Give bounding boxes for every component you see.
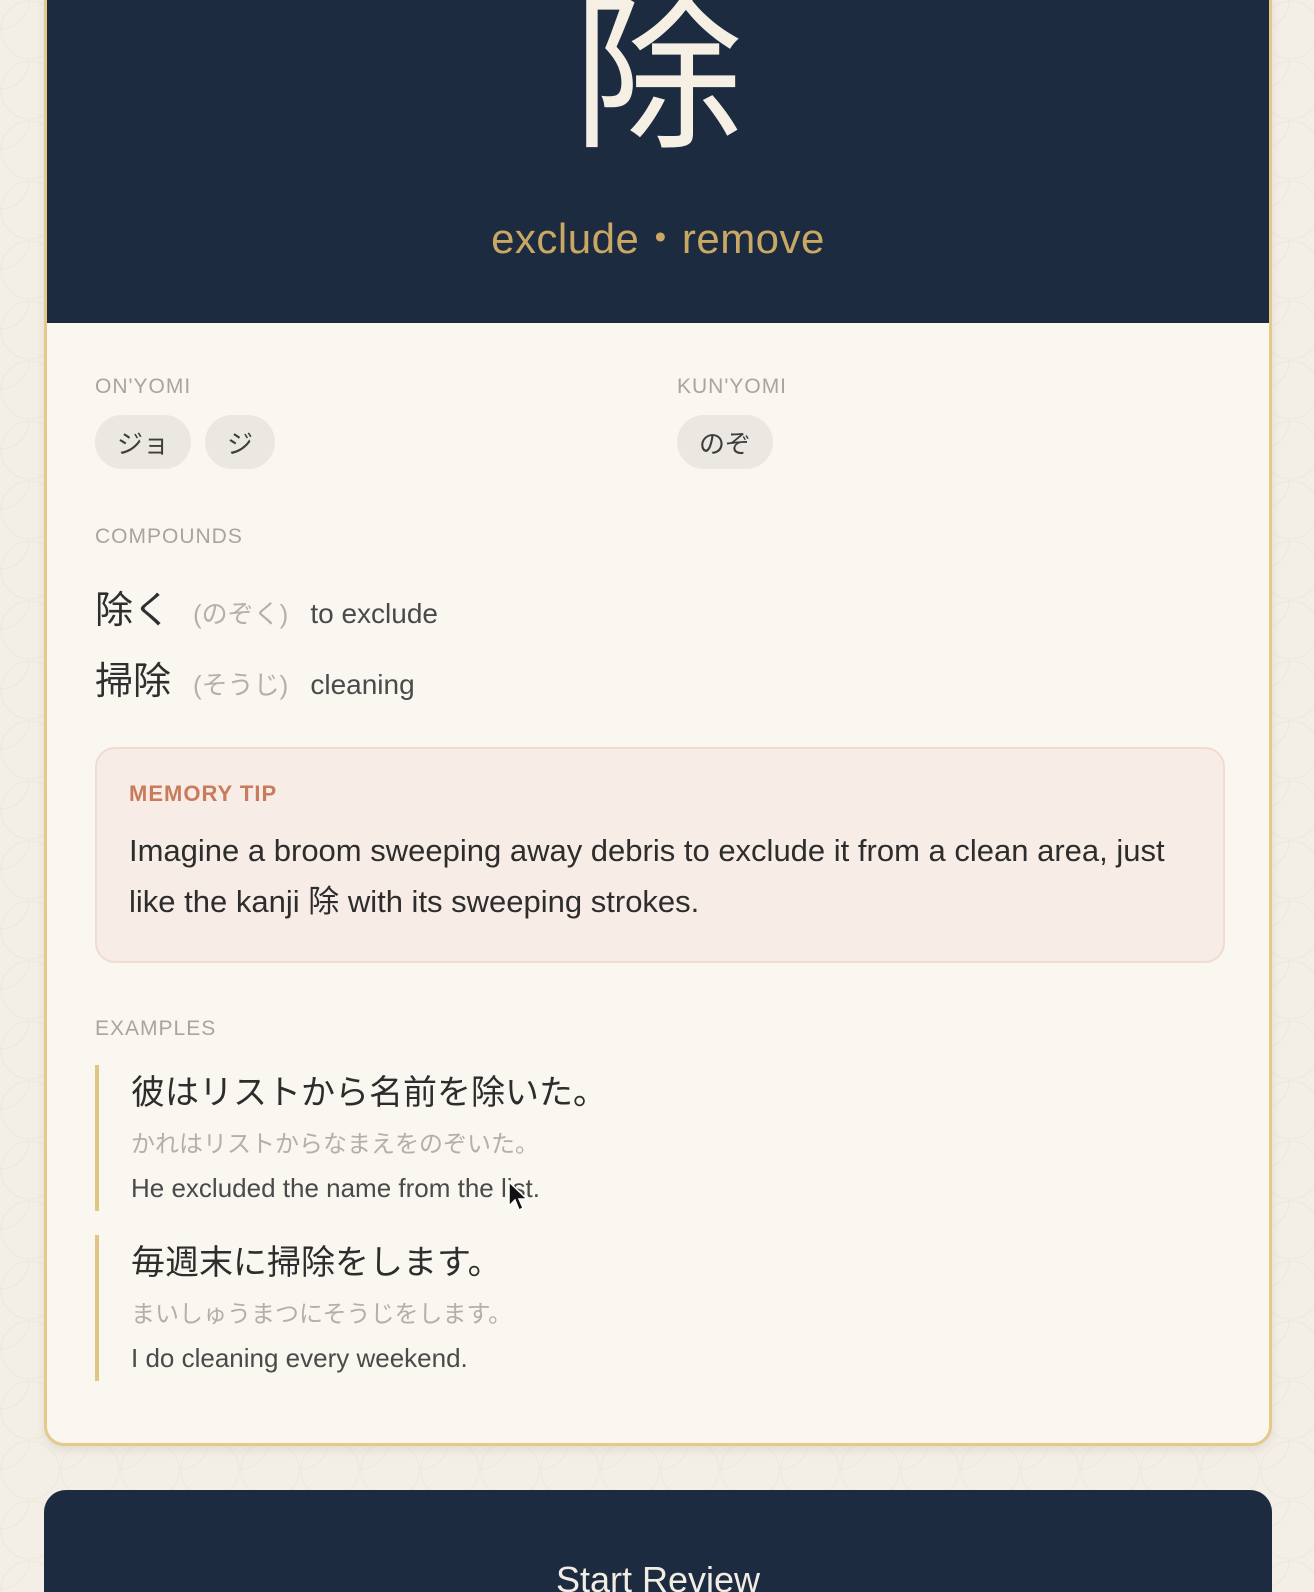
compound-meaning: cleaning [310, 669, 415, 700]
kanji-hero: 除 exclude・remove [47, 0, 1269, 323]
example-kana: まいしゅうまつにそうじをします。 [131, 1301, 513, 1328]
onyomi-reading-pill: ジ [205, 415, 276, 469]
kunyomi-readings: のぞ [677, 415, 774, 469]
kunyomi-reading-pill: のぞ [677, 415, 774, 469]
kanji-character: 除 [572, 0, 743, 175]
example-japanese: 毎週末に掃除をします。 [131, 1243, 502, 1283]
compound-meaning: to exclude [310, 598, 438, 629]
example-japanese: 彼はリストから名前を除いた。 [131, 1073, 607, 1113]
onyomi-readings: ジョ ジ [95, 415, 276, 469]
example-item: 毎週末に掃除をします。 まいしゅうまつにそうじをします。 I do cleani… [95, 1235, 512, 1381]
compound-reading: (そうじ) [193, 670, 289, 700]
start-review-button[interactable]: Start Review [44, 1490, 1272, 1592]
kunyomi-label: KUN'YOMI [677, 375, 788, 398]
example-english: He excluded the name from the list. [131, 1173, 540, 1203]
example-english: I do cleaning every weekend. [131, 1343, 468, 1373]
kanji-meaning: exclude・remove [491, 215, 825, 262]
examples-label: EXAMPLES [95, 1017, 217, 1040]
kanji-card: 除 exclude・remove ON'YOMI ジョ ジ KUN'YOMI の… [44, 0, 1272, 1446]
onyomi-label: ON'YOMI [95, 375, 192, 398]
example-kana: かれはリストからなまえをのぞいた。 [131, 1131, 539, 1158]
memory-tip-text: Imagine a broom sweeping away debris to … [129, 833, 1165, 919]
compound-row: 掃除 (そうじ) cleaning [95, 650, 415, 705]
memory-tip-label: MEMORY TIP [129, 781, 278, 806]
compound-row: 除く (のぞく) to exclude [95, 579, 438, 634]
example-item: 彼はリストから名前を除いた。 かれはリストからなまえをのぞいた。 He excl… [95, 1065, 607, 1211]
mouse-cursor-icon [508, 1180, 529, 1212]
onyomi-reading-pill: ジョ [95, 415, 192, 469]
compound-word: 除く [95, 588, 172, 632]
compound-word: 掃除 [95, 659, 172, 703]
memory-tip-box: MEMORY TIP Imagine a broom sweeping away… [95, 747, 1225, 963]
compound-reading: (のぞく) [193, 599, 289, 629]
compounds-label: COMPOUNDS [95, 525, 243, 548]
